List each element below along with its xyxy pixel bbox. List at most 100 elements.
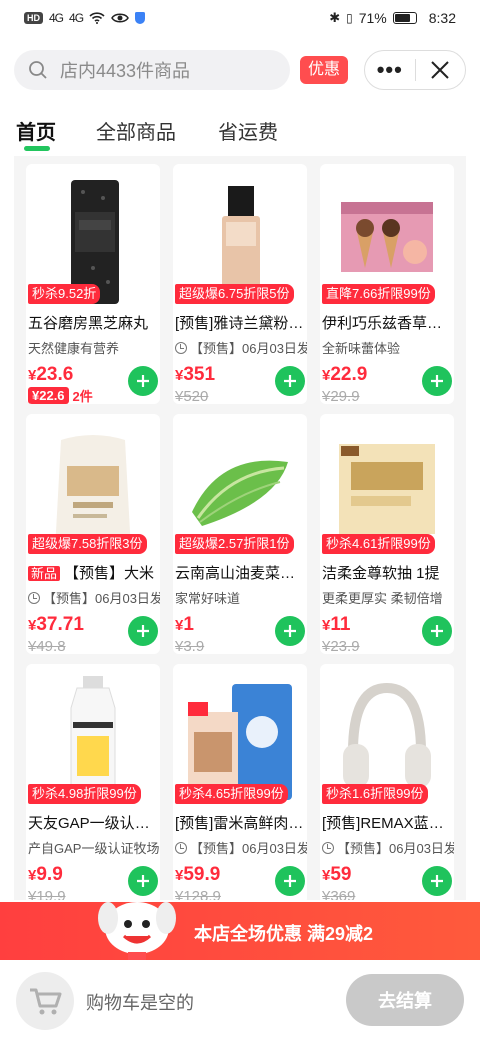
original-price: ¥29.9	[322, 388, 360, 404]
cart-empty-text: 购物车是空的	[86, 993, 194, 1013]
clock-icon	[175, 341, 187, 354]
product-price: ¥22.9	[322, 364, 368, 385]
search-icon	[29, 61, 47, 79]
discount-badge: 秒杀9.52折	[28, 284, 101, 304]
multi-price: ¥22.6	[28, 387, 69, 404]
bottom-bar: 购物车是空的 去结算	[0, 960, 480, 1040]
clock-icon	[322, 841, 334, 854]
product-subtitle: 产自GAP一级认证牧场	[28, 841, 160, 856]
search-input[interactable]: 店内4433件商品	[14, 50, 290, 90]
product-title: 洁柔金尊软抽 1提	[322, 565, 440, 582]
promo-banner[interactable]: 本店全场优惠 满29减2	[0, 902, 480, 962]
add-to-cart-button[interactable]	[275, 366, 305, 396]
product-card[interactable]: 秒杀4.61折限99份 洁柔金尊软抽 1提 更柔更厚实 柔韧倍增 ¥11 ¥23…	[320, 414, 454, 654]
add-to-cart-button[interactable]	[422, 616, 452, 646]
product-card[interactable]: 直降7.66折限99份 伊利巧乐兹香草巧克力 全新味蕾体验 ¥22.9 ¥29.…	[320, 164, 454, 404]
bluetooth-icon: ✱	[329, 10, 341, 25]
product-card[interactable]: 秒杀1.6折限99份 [预售]REMAX蓝牙耳机 【预售】06月03日发货 ¥5…	[320, 664, 454, 900]
original-price: ¥49.8	[28, 638, 66, 654]
shield-icon	[135, 12, 146, 24]
discount-badge: 超级爆2.57折限1份	[175, 534, 294, 554]
product-price: ¥59	[322, 864, 352, 885]
product-title: 云南高山油麦菜约500g	[175, 565, 307, 582]
original-price: ¥19.9	[28, 888, 66, 900]
hd-icon: HD	[24, 12, 43, 24]
eye-icon	[111, 13, 129, 23]
product-title: 五谷磨房黑芝麻丸	[28, 315, 149, 332]
product-subtitle: 天然健康有营养	[28, 341, 120, 356]
product-subtitle: 家常好味道	[175, 591, 241, 606]
product-title: 天友GAP一级认证鲜牛奶	[28, 815, 160, 832]
original-price: ¥369	[322, 888, 356, 900]
product-subtitle: 【预售】06月03日发货	[175, 338, 307, 357]
add-to-cart-button[interactable]	[128, 616, 158, 646]
product-card[interactable]: 超级爆2.57折限1份 云南高山油麦菜约500g 家常好味道 ¥1 ¥3.9	[173, 414, 307, 654]
battery-icon	[392, 12, 417, 24]
discount-badge: 秒杀4.98折限99份	[28, 784, 141, 804]
signal-2: 4G	[69, 11, 84, 25]
product-grid: 秒杀9.52折 五谷磨房黑芝麻丸 天然健康有营养 ¥23.6 ¥22.6 2件 …	[14, 156, 466, 900]
product-card[interactable]: 秒杀9.52折 五谷磨房黑芝麻丸 天然健康有营养 ¥23.6 ¥22.6 2件	[26, 164, 160, 404]
product-title: 伊利巧乐兹香草巧克力	[322, 315, 454, 332]
product-title: [预售]REMAX蓝牙耳机	[322, 815, 454, 832]
plus-icon	[431, 625, 443, 637]
multi-buy-price: ¥22.6 2件	[28, 386, 93, 404]
header: 店内4433件商品 优惠 •••	[0, 44, 480, 98]
plus-icon	[284, 875, 296, 887]
product-price: ¥37.71	[28, 614, 84, 635]
tab-bar: 首页 全部商品 省运费	[0, 106, 480, 154]
product-subtitle: 全新味蕾体验	[322, 341, 401, 356]
plus-icon	[431, 375, 443, 387]
product-subtitle: 【预售】06月03日发货	[322, 838, 454, 857]
discount-badge: 秒杀4.61折限99份	[322, 534, 435, 554]
tab-free-shipping[interactable]: 省运费	[218, 116, 278, 145]
product-price: ¥11	[322, 614, 351, 635]
plus-icon	[137, 375, 149, 387]
clock-icon	[28, 591, 40, 604]
original-price: ¥520	[175, 388, 209, 404]
product-price: ¥1	[175, 614, 194, 635]
product-card[interactable]: 超级爆6.75折限5份 [预售]雅诗兰黛粉底液 【预售】06月03日发货 ¥35…	[173, 164, 307, 404]
close-button[interactable]	[415, 60, 465, 80]
add-to-cart-button[interactable]	[422, 866, 452, 896]
product-card[interactable]: 秒杀4.98折限99份 天友GAP一级认证鲜牛奶 产自GAP一级认证牧场 ¥9.…	[26, 664, 160, 900]
cart-button[interactable]	[16, 972, 74, 1030]
cart-icon	[30, 988, 62, 1015]
add-to-cart-button[interactable]	[275, 616, 305, 646]
battery-percent: 71%	[358, 10, 387, 26]
signal-1: 4G	[49, 11, 64, 25]
multi-count: 2件	[72, 389, 93, 404]
product-price: ¥351	[175, 364, 216, 385]
tab-all-products[interactable]: 全部商品	[96, 116, 176, 145]
promo-tag-button[interactable]: 优惠	[300, 56, 349, 84]
add-to-cart-button[interactable]	[422, 366, 452, 396]
discount-badge: 超级爆7.58折限3份	[28, 534, 147, 554]
product-price: ¥23.6	[28, 364, 74, 385]
checkout-button[interactable]: 去结算	[346, 974, 464, 1026]
plus-icon	[431, 875, 443, 887]
search-placeholder: 店内4433件商品	[60, 61, 191, 81]
product-price: ¥59.9	[175, 864, 221, 885]
tab-indicator	[24, 146, 50, 151]
plus-icon	[137, 875, 149, 887]
product-subtitle: 【预售】06月03日发货	[28, 588, 160, 607]
product-price: ¥9.9	[28, 864, 63, 885]
new-tag: 新品	[28, 566, 61, 581]
add-to-cart-button[interactable]	[128, 366, 158, 396]
product-card[interactable]: 超级爆7.58折限3份 新品【预售】大米 【预售】06月03日发货 ¥37.71…	[26, 414, 160, 654]
add-to-cart-button[interactable]	[275, 866, 305, 896]
close-icon	[431, 61, 449, 79]
jd-dog-mascot-icon	[98, 902, 176, 962]
original-price: ¥3.9	[175, 638, 205, 654]
product-card[interactable]: 秒杀4.65折限99份 [预售]雷米高鲜肉猫粮 【预售】06月03日发货 ¥59…	[173, 664, 307, 900]
tab-home[interactable]: 首页	[16, 116, 56, 145]
vibrate-icon: ▯	[346, 11, 353, 25]
discount-badge: 直降7.66折限99份	[322, 284, 435, 304]
product-subtitle: 【预售】06月03日发货	[175, 838, 307, 857]
clock-time: 8:32	[428, 10, 456, 26]
original-price: ¥23.9	[322, 638, 360, 654]
more-button[interactable]: •••	[365, 57, 415, 83]
product-title: 新品 【预售】大米	[28, 562, 160, 583]
discount-badge: 秒杀1.6折限99份	[322, 784, 428, 804]
plus-icon	[284, 625, 296, 637]
